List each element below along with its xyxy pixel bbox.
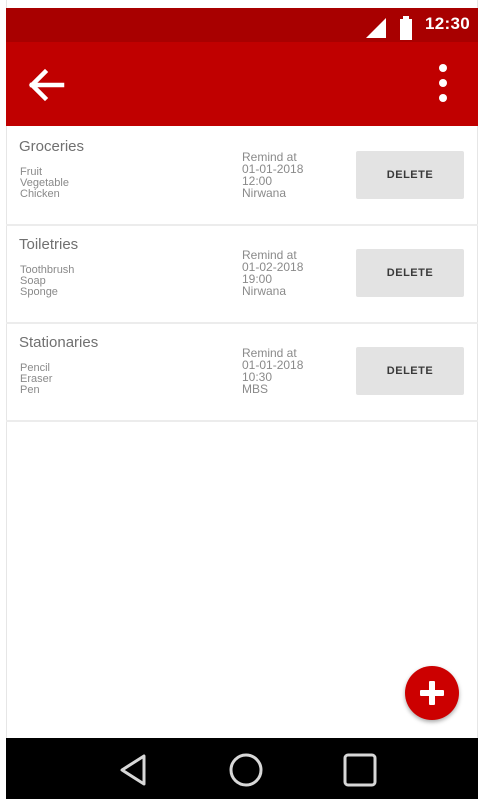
list-item-subitems: Fruit Vegetable Chicken	[20, 167, 69, 200]
remind-location: MBS	[242, 382, 269, 396]
list-item[interactable]: Toiletries Toothbrush Soap Sponge Remind at 0…	[6, 226, 478, 324]
list-item-title: Stationaries	[19, 334, 99, 351]
reminder-details: Remind at 01-01-2018 10:30 MBS	[242, 347, 303, 395]
list-item-subitems: Pencil Eraser Pen	[20, 363, 52, 396]
nav-home-button[interactable]	[226, 750, 266, 790]
reminder-list: Groceries Fruit Vegetable Chicken Remind at 0…	[6, 128, 478, 422]
delete-button[interactable]: DELETE	[356, 249, 464, 297]
app-bar	[6, 42, 478, 126]
battery-icon	[400, 16, 412, 40]
add-button[interactable]	[405, 666, 459, 720]
delete-button[interactable]: DELETE	[356, 151, 464, 199]
nav-back-icon	[120, 754, 146, 786]
list-item[interactable]: Groceries Fruit Vegetable Chicken Remind at 0…	[6, 128, 478, 226]
arrow-left-icon	[28, 68, 65, 102]
list-item[interactable]: Stationaries Pencil Eraser Pen Remind at 01-0…	[6, 324, 478, 422]
status-bar: 12:30	[6, 8, 478, 42]
reminder-details: Remind at 01-01-2018 12:00 Nirwana	[242, 151, 303, 199]
subitem-text: Pen	[20, 384, 40, 396]
remind-location: Nirwana	[242, 186, 287, 200]
delete-button[interactable]: DELETE	[356, 347, 464, 395]
list-item-title: Groceries	[19, 138, 85, 155]
subitem-text: Chicken	[20, 188, 60, 200]
nav-home-icon	[229, 753, 263, 787]
plus-icon	[420, 681, 444, 705]
nav-back-button[interactable]	[112, 750, 152, 790]
back-button[interactable]	[26, 65, 66, 105]
nav-recents-button[interactable]	[340, 750, 380, 790]
remind-location: Nirwana	[242, 284, 287, 298]
subitem-text: Sponge	[20, 286, 58, 298]
signal-icon	[366, 18, 386, 38]
list-item-subitems: Toothbrush Soap Sponge	[20, 265, 74, 298]
list-item-title: Toiletries	[19, 236, 79, 253]
status-time: 12:30	[425, 14, 470, 33]
nav-recents-icon	[343, 753, 377, 787]
system-nav-bar	[6, 738, 478, 799]
reminder-details: Remind at 01-02-2018 19:00 Nirwana	[242, 249, 303, 297]
more-vert-icon	[439, 64, 447, 72]
overflow-menu-button[interactable]	[436, 64, 450, 106]
